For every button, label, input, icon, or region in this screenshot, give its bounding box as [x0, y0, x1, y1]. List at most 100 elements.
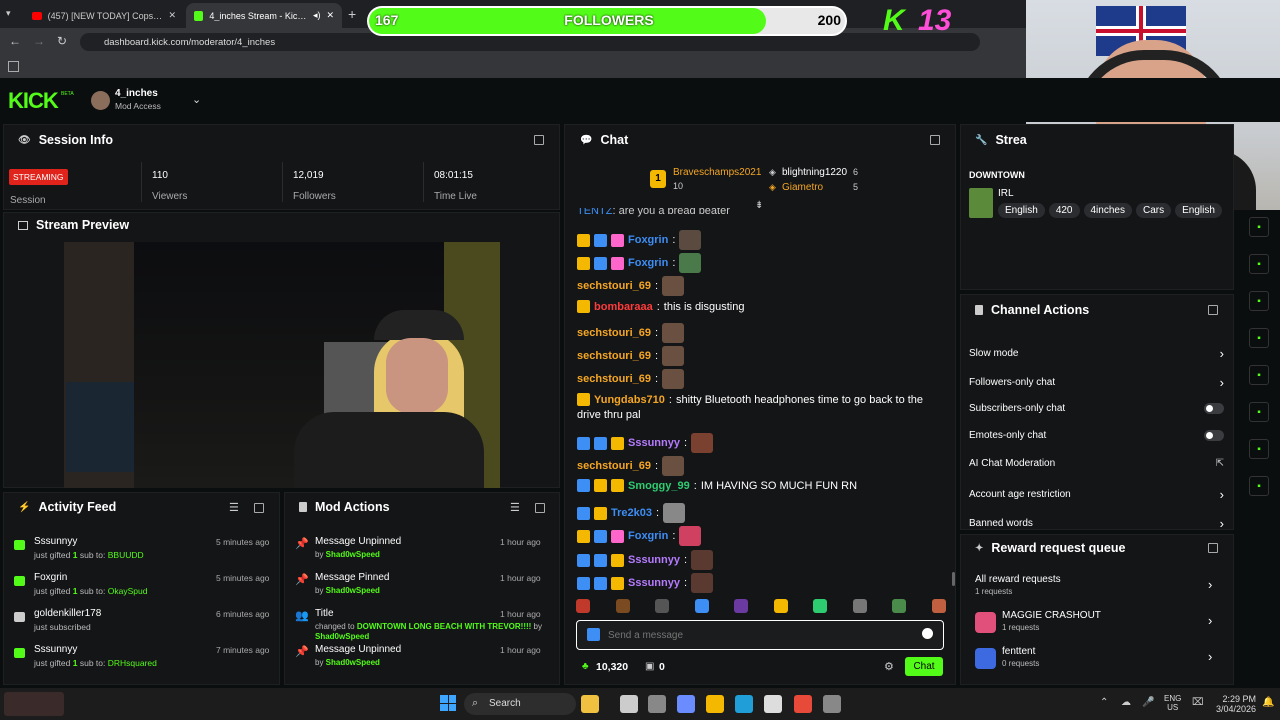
chevron-right-icon[interactable]: › [1220, 346, 1224, 361]
emote-shortcut[interactable] [615, 599, 630, 613]
stream-tag[interactable]: English [1175, 203, 1222, 218]
reload-icon[interactable]: ↻ [57, 34, 67, 48]
clock[interactable]: 2:29 PM 3/04/2026 [1210, 694, 1256, 714]
expand-icon[interactable] [1208, 305, 1218, 315]
chat-username[interactable]: Sssunnyy [628, 577, 680, 589]
tray-chevron-icon[interactable]: ⌃ [1100, 697, 1108, 708]
channel-action-subscribers-only-chat[interactable]: Subscribers-only chat [969, 403, 1224, 414]
channel-action-ai-chat-moderation[interactable]: AI Chat Moderation ⇱ [969, 458, 1224, 469]
mod-action-subject[interactable]: DOWNTOWN LONG BEACH WITH TREVOR!!!! [357, 622, 532, 631]
settings-icon[interactable]: ▪ [1249, 476, 1269, 496]
send-chat-button[interactable]: Chat [905, 657, 943, 676]
top-gifter-name[interactable]: Braveschamps2021 [673, 167, 761, 178]
channel-points[interactable]: 10,320 [596, 661, 628, 673]
mod-action-subject[interactable]: Shad0wSpeed [326, 658, 380, 667]
file-explorer-icon[interactable] [581, 695, 599, 713]
expand-icon[interactable] [534, 135, 544, 145]
speaker-icon[interactable]: ◂) [313, 10, 321, 21]
channel-action-emotes-only-chat[interactable]: Emotes-only chat [969, 430, 1224, 441]
chat-icon[interactable]: ▪ [1249, 328, 1269, 348]
expand-icon[interactable] [254, 503, 264, 513]
filter-icon[interactable]: ☰ [229, 501, 239, 514]
apps-grid-icon[interactable] [8, 61, 19, 72]
mod-action-subject[interactable]: Shad0wSpeed [326, 550, 380, 559]
edge-icon[interactable] [735, 695, 753, 713]
lightning-icon[interactable]: ▪ [1249, 254, 1269, 274]
stream-preview-icon[interactable]: ▪ [1249, 217, 1269, 237]
gifter-2-name[interactable]: blightning1220 [782, 167, 847, 178]
browser-tab-youtube[interactable]: (457) [NEW TODAY] Cops Reloa ✕ [24, 3, 184, 28]
new-tab-button[interactable]: + [348, 6, 356, 22]
expand-icon[interactable] [535, 503, 545, 513]
emote-shortcut[interactable] [734, 599, 749, 613]
chevron-right-icon[interactable]: › [1220, 516, 1224, 531]
settings-app-icon[interactable] [648, 695, 666, 713]
network-icon[interactable]: ⌧ [1192, 697, 1204, 708]
channel-action-slow-mode[interactable]: Slow mode › [969, 346, 1224, 361]
gear-icon[interactable]: ⚙ [884, 660, 894, 673]
cloud-icon[interactable]: ☁ [1121, 697, 1131, 708]
expand-icon[interactable] [1208, 543, 1218, 553]
gift-recipient[interactable]: DRHsquared [108, 658, 157, 668]
mod-action-actor[interactable]: Shad0wSpeed [315, 632, 369, 641]
chat-username[interactable]: Foxgrin [628, 257, 668, 269]
copilot-icon[interactable] [677, 695, 695, 713]
document-icon[interactable]: ▪ [1249, 291, 1269, 311]
chat-username[interactable]: TENTZ [577, 208, 612, 217]
activity-user[interactable]: Sssunnyy [34, 644, 77, 655]
chat-message-input[interactable] [608, 626, 908, 644]
stream-tag[interactable]: 4inches [1083, 203, 1132, 218]
emoji-icon[interactable] [922, 628, 933, 639]
channel-avatar[interactable] [91, 91, 110, 110]
mic-icon[interactable]: 🎤 [1142, 697, 1154, 708]
obs-icon[interactable] [823, 695, 841, 713]
emote-shortcut[interactable] [694, 599, 709, 613]
wrench-icon[interactable]: ▪ [1249, 439, 1269, 459]
chrome-icon[interactable] [794, 695, 812, 713]
chat-username[interactable]: Smoggy_99 [628, 480, 690, 492]
emote-shortcut[interactable] [576, 599, 590, 613]
emote-shortcut[interactable] [813, 599, 828, 613]
activity-user[interactable]: Sssunnyy [34, 536, 77, 547]
windows-start-icon[interactable] [440, 695, 456, 711]
reward-title[interactable]: fenttent [1002, 646, 1035, 657]
gifter-3-name[interactable]: Giametro [782, 182, 823, 193]
mod-action-subject[interactable]: Shad0wSpeed [326, 586, 380, 595]
channel-name[interactable]: 4_inches [115, 88, 158, 99]
stream-tag[interactable]: Cars [1135, 203, 1172, 218]
chat-username[interactable]: Sssunnyy [628, 437, 680, 449]
chat-username[interactable]: Tre2k03 [611, 507, 652, 519]
broadcast-icon[interactable]: ▪ [1249, 365, 1269, 385]
chat-username[interactable]: bombaraaa [594, 301, 653, 313]
reward-title[interactable]: MAGGIE CRASHOUT [1002, 610, 1101, 621]
filter-icon[interactable]: ☰ [510, 501, 520, 514]
reward-title[interactable]: All reward requests [975, 574, 1061, 585]
notification-bell-icon[interactable]: 🔔 [1262, 697, 1274, 708]
chat-username[interactable]: Sssunnyy [628, 554, 680, 566]
layout-icon[interactable]: ▪ [1249, 402, 1269, 422]
browser-tab-kick[interactable]: 4_inches Stream - Kick Dash ◂) ✕ [186, 3, 342, 28]
chevron-right-icon[interactable]: › [1220, 487, 1224, 502]
activity-user[interactable]: goldenkiller178 [34, 608, 101, 619]
chevron-down-icon[interactable]: ⌄ [192, 93, 201, 106]
chat-username[interactable]: sechstouri_69 [577, 460, 651, 472]
channel-action-account-age-restriction[interactable]: Account age restriction › [969, 487, 1224, 502]
kick-logo[interactable]: KICK [8, 88, 59, 114]
taskbar-search-box[interactable]: ⌕ Search [464, 693, 576, 715]
chat-username[interactable]: sechstouri_69 [577, 373, 651, 385]
chat-username[interactable]: Foxgrin [628, 234, 668, 246]
emote-shortcut[interactable] [892, 599, 907, 613]
stream-tag[interactable]: 420 [1048, 203, 1080, 218]
store-count[interactable]: 0 [659, 661, 665, 673]
taskview-icon[interactable] [620, 695, 638, 713]
category-name[interactable]: IRL [998, 188, 1014, 199]
chevron-right-icon[interactable]: › [1208, 577, 1212, 592]
chevron-right-icon[interactable]: › [1208, 649, 1212, 664]
store-icon[interactable] [764, 695, 782, 713]
tab-search-icon[interactable]: ▾ [6, 8, 18, 20]
chat-username[interactable]: sechstouri_69 [577, 350, 651, 362]
emote-shortcut[interactable] [773, 599, 788, 613]
activity-user[interactable]: Foxgrin [34, 572, 67, 583]
emote-shortcut[interactable] [852, 599, 867, 613]
chat-username[interactable]: Foxgrin [628, 530, 668, 542]
